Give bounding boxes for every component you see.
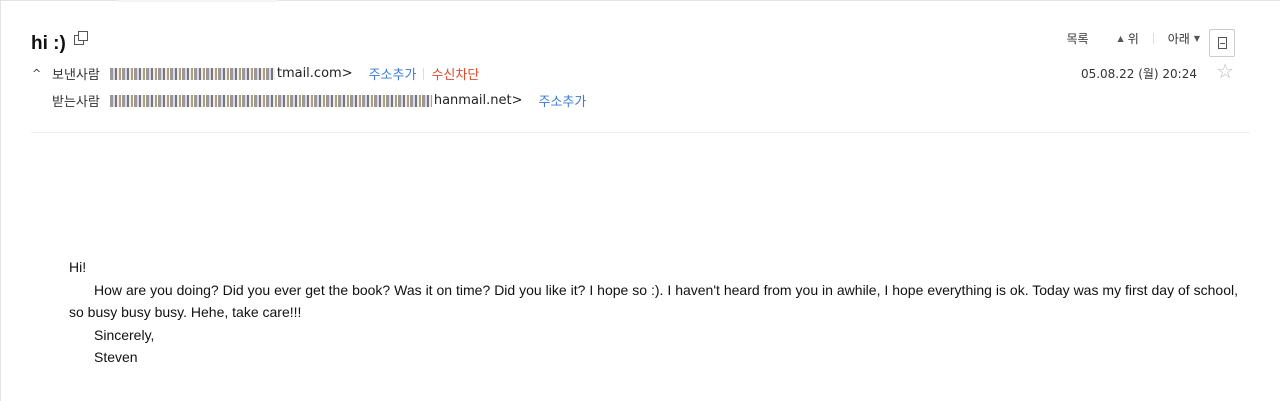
redacted-sender xyxy=(109,67,275,80)
recipient-address[interactable]: hanmail.net> xyxy=(109,93,523,108)
toolbar-gap xyxy=(1103,33,1104,44)
sender-row: ^ 보낸사람 tmail.com> 주소추가 수신차단 xyxy=(32,64,479,83)
sender-label: 보낸사람 xyxy=(52,68,100,83)
sender-address-domain: tmail.com> xyxy=(276,66,353,81)
recipient-row: 받는사람 hanmail.net> 주소추가 xyxy=(52,91,586,110)
toolbar: 목록 ▲ 위 아래 ▼ xyxy=(1066,30,1200,47)
header-divider xyxy=(31,132,1250,133)
mail-body: Hi! How are you doing? Did you ever get … xyxy=(69,256,1238,369)
star-icon[interactable]: ☆ xyxy=(1216,61,1234,81)
prev-mail-label: 위 xyxy=(1127,32,1139,46)
redacted-recipient xyxy=(109,94,432,107)
prev-mail-button[interactable]: ▲ 위 xyxy=(1118,30,1139,47)
print-icon xyxy=(1218,37,1227,49)
caret-up-icon: ▲ xyxy=(1117,34,1124,43)
body-signature: Steven xyxy=(94,349,138,365)
list-button[interactable]: 목록 xyxy=(1066,30,1088,47)
copy-icon[interactable] xyxy=(73,31,88,45)
subject-text: hi :) xyxy=(31,33,66,54)
link-separator xyxy=(423,67,425,80)
add-recipient-contact-link[interactable]: 주소추가 xyxy=(539,91,587,110)
chevron-up-icon[interactable]: ^ xyxy=(32,67,46,80)
block-sender-link[interactable]: 수신차단 xyxy=(431,64,479,83)
list-button-label: 목록 xyxy=(1066,32,1089,46)
print-button[interactable] xyxy=(1209,29,1235,57)
recipient-address-domain: hanmail.net> xyxy=(433,93,523,108)
body-closing: Sincerely, xyxy=(94,326,155,343)
recipient-label: 받는사람 xyxy=(52,95,100,110)
body-paragraph: How are you doing? Did you ever get the … xyxy=(69,281,1238,321)
add-sender-contact-link[interactable]: 주소추가 xyxy=(369,64,417,83)
next-mail-button[interactable]: 아래 ▼ xyxy=(1168,30,1200,47)
received-date: 05.08.22 (월) 20:24 xyxy=(1080,67,1197,81)
top-tab-shadow xyxy=(118,0,278,2)
body-greeting: Hi! xyxy=(69,259,87,275)
mail-subject: hi :) xyxy=(31,31,88,55)
next-mail-label: 아래 xyxy=(1167,32,1190,46)
toolbar-separator xyxy=(1152,33,1154,44)
caret-down-icon: ▼ xyxy=(1193,34,1200,43)
sender-address[interactable]: tmail.com> xyxy=(109,66,353,81)
